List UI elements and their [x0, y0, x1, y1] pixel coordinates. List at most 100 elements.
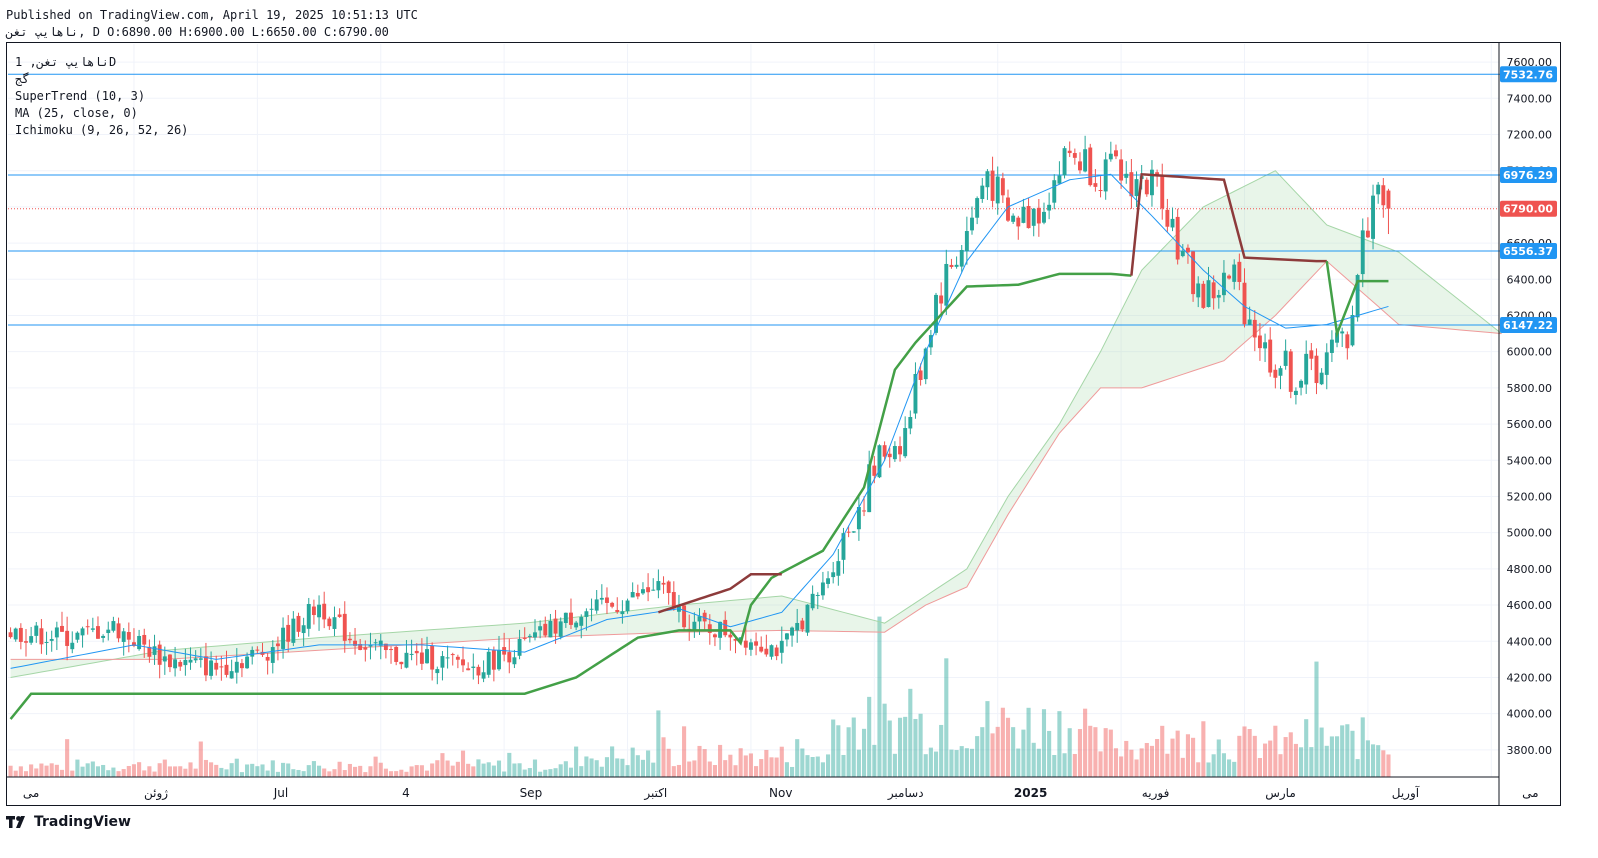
- candle-body[interactable]: [764, 648, 769, 655]
- candle-body[interactable]: [404, 652, 409, 668]
- candle-body[interactable]: [1144, 179, 1149, 195]
- candle-body[interactable]: [970, 217, 974, 231]
- candle-body[interactable]: [898, 446, 902, 455]
- candle-body[interactable]: [1365, 230, 1370, 238]
- candle-body[interactable]: [1221, 272, 1226, 296]
- candle-body[interactable]: [466, 668, 471, 671]
- candle-body[interactable]: [461, 659, 465, 666]
- candle-body[interactable]: [347, 638, 352, 641]
- candle-body[interactable]: [1067, 150, 1072, 154]
- candle-body[interactable]: [641, 589, 645, 594]
- candle-body[interactable]: [1016, 217, 1021, 227]
- candle-body[interactable]: [1252, 319, 1257, 338]
- candle-body[interactable]: [106, 629, 111, 634]
- candle-body[interactable]: [419, 652, 424, 664]
- candle-body[interactable]: [522, 637, 527, 639]
- candle-body[interactable]: [24, 641, 28, 643]
- candle-body[interactable]: [435, 669, 440, 674]
- candle-body[interactable]: [255, 649, 260, 651]
- candle-body[interactable]: [620, 611, 625, 615]
- candle-body[interactable]: [1201, 283, 1206, 308]
- candle-body[interactable]: [666, 581, 671, 594]
- candle-body[interactable]: [661, 582, 666, 585]
- candle-body[interactable]: [790, 627, 795, 636]
- candle-body[interactable]: [229, 671, 234, 679]
- candle-body[interactable]: [820, 582, 825, 596]
- candle-body[interactable]: [1211, 282, 1216, 299]
- candle-body[interactable]: [445, 657, 450, 659]
- candle-body[interactable]: [1078, 161, 1082, 171]
- candle-body[interactable]: [872, 465, 877, 476]
- candle-body[interactable]: [414, 650, 419, 654]
- candle-body[interactable]: [476, 666, 481, 676]
- candle-body[interactable]: [49, 638, 54, 641]
- candle-body[interactable]: [903, 428, 908, 457]
- candle-body[interactable]: [1000, 178, 1005, 196]
- candle-body[interactable]: [723, 619, 728, 636]
- candle-body[interactable]: [214, 662, 219, 670]
- candle-body[interactable]: [759, 646, 764, 652]
- candle-body[interactable]: [656, 581, 661, 591]
- candle-body[interactable]: [1119, 159, 1124, 181]
- candle-body[interactable]: [589, 608, 594, 610]
- candle-body[interactable]: [450, 654, 455, 656]
- candle-body[interactable]: [1304, 353, 1309, 385]
- candle-body[interactable]: [440, 656, 445, 668]
- candle-body[interactable]: [599, 597, 604, 600]
- candle-body[interactable]: [1160, 175, 1165, 209]
- candle-body[interactable]: [712, 634, 717, 638]
- candle-body[interactable]: [538, 626, 543, 631]
- candle-body[interactable]: [594, 599, 599, 611]
- candle-body[interactable]: [455, 656, 460, 660]
- candle-body[interactable]: [728, 634, 733, 638]
- candle-body[interactable]: [605, 597, 609, 603]
- candle-body[interactable]: [1052, 180, 1057, 203]
- candle-body[interactable]: [471, 666, 476, 668]
- candle-body[interactable]: [497, 649, 501, 670]
- candle-body[interactable]: [1031, 208, 1036, 226]
- candle-body[interactable]: [1216, 295, 1221, 298]
- candle-body[interactable]: [995, 176, 1000, 204]
- candle-body[interactable]: [1124, 173, 1129, 178]
- candle-body[interactable]: [851, 531, 856, 533]
- candle-body[interactable]: [517, 638, 522, 656]
- candle-body[interactable]: [111, 621, 116, 631]
- candle-body[interactable]: [1345, 334, 1350, 349]
- candle-body[interactable]: [13, 628, 18, 640]
- candle-body[interactable]: [1175, 216, 1180, 260]
- candle-body[interactable]: [425, 649, 429, 664]
- candle-body[interactable]: [1093, 183, 1098, 187]
- candle-body[interactable]: [1314, 355, 1319, 384]
- candle-body[interactable]: [1350, 315, 1355, 346]
- candle-body[interactable]: [939, 295, 944, 304]
- candle-body[interactable]: [1319, 372, 1324, 385]
- candle-body[interactable]: [985, 171, 990, 188]
- candle-body[interactable]: [1134, 179, 1139, 197]
- candle-body[interactable]: [219, 666, 224, 668]
- candle-body[interactable]: [584, 611, 589, 617]
- candle-body[interactable]: [142, 634, 147, 645]
- candle-body[interactable]: [188, 659, 193, 663]
- candle-body[interactable]: [1036, 207, 1041, 224]
- candle-body[interactable]: [389, 649, 393, 651]
- candle-body[interactable]: [152, 646, 157, 655]
- candle-body[interactable]: [527, 635, 532, 637]
- legend-ichimoku[interactable]: Ichimoku (9, 26, 52, 26): [15, 123, 188, 137]
- candle-body[interactable]: [1371, 195, 1375, 239]
- candle-body[interactable]: [275, 643, 280, 647]
- candle-body[interactable]: [651, 589, 656, 591]
- candle-body[interactable]: [1237, 261, 1242, 282]
- candle-body[interactable]: [1083, 149, 1088, 172]
- candle-body[interactable]: [975, 198, 980, 218]
- candle-body[interactable]: [291, 618, 296, 643]
- candle-body[interactable]: [1376, 184, 1381, 195]
- candle-body[interactable]: [1293, 390, 1298, 395]
- legend-title[interactable]: ناهایپ تغن, 1D: [15, 55, 116, 69]
- candle-body[interactable]: [265, 656, 270, 661]
- candle-body[interactable]: [209, 660, 214, 676]
- candle-body[interactable]: [815, 594, 820, 596]
- candle-body[interactable]: [944, 263, 949, 306]
- candle-body[interactable]: [373, 642, 378, 644]
- candle-body[interactable]: [748, 642, 753, 650]
- candle-body[interactable]: [507, 652, 512, 663]
